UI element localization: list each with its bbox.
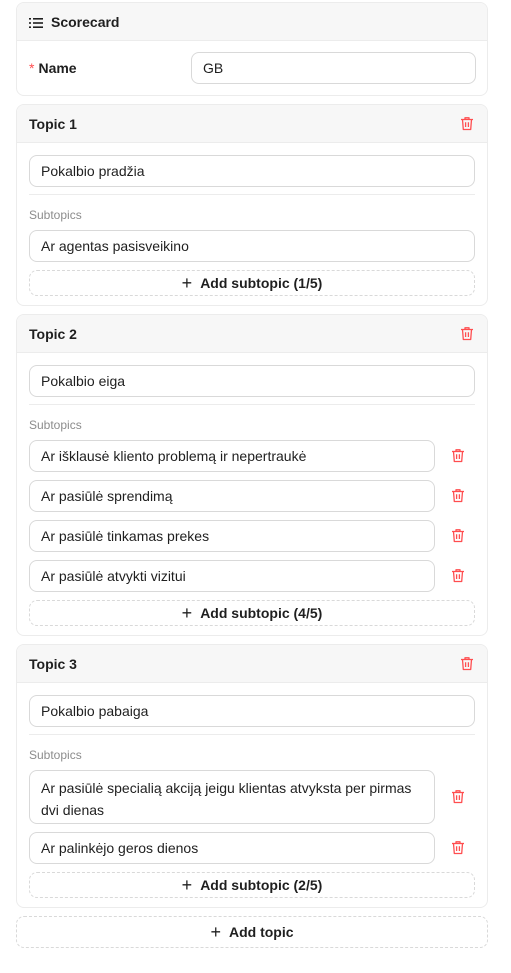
trash-icon: [451, 789, 465, 804]
topic-card-2: Topic 2 Pokalbio eiga Subtopics Ar iškla…: [16, 314, 488, 636]
trash-icon: [460, 656, 474, 671]
topic-title: Topic 3: [29, 655, 77, 672]
delete-subtopic-button[interactable]: [451, 840, 467, 856]
topic-title: Topic 1: [29, 115, 77, 132]
topic-name-input[interactable]: Pokalbio pabaiga: [29, 695, 475, 727]
subtopic-input[interactable]: Ar palinkėjo geros dienos: [29, 832, 435, 864]
subtopic-input[interactable]: Ar pasiūlė specialią akciją jeigu klient…: [29, 770, 435, 824]
subtopic-input[interactable]: Ar pasiūlė atvykti vizitui: [29, 560, 435, 592]
plus-icon: +: [181, 875, 193, 895]
plus-icon: +: [210, 922, 221, 942]
delete-subtopic-button[interactable]: [451, 488, 467, 504]
trash-icon: [451, 840, 465, 855]
scorecard-name-input[interactable]: GB: [191, 52, 476, 84]
scorecard-title: Scorecard: [51, 13, 120, 30]
divider: [29, 404, 475, 405]
trash-icon: [451, 448, 465, 463]
list-icon: [29, 16, 43, 28]
delete-subtopic-button[interactable]: [451, 528, 467, 544]
subtopics-label: Subtopics: [29, 208, 82, 222]
delete-subtopic-button[interactable]: [451, 448, 467, 464]
add-subtopic-button[interactable]: + Add subtopic (1/5): [29, 270, 475, 296]
subtopics-label: Subtopics: [29, 418, 82, 432]
topic-name-input[interactable]: Pokalbio pradžia: [29, 155, 475, 187]
subtopic-input[interactable]: Ar pasiūlė tinkamas prekes: [29, 520, 435, 552]
subtopics-label: Subtopics: [29, 748, 82, 762]
plus-icon: +: [181, 603, 193, 623]
add-subtopic-button[interactable]: + Add subtopic (4/5): [29, 600, 475, 626]
delete-topic-button[interactable]: [459, 656, 475, 672]
subtopic-input[interactable]: Ar išklausė kliento problemą ir nepertra…: [29, 440, 435, 472]
delete-topic-button[interactable]: [459, 326, 475, 342]
divider: [29, 194, 475, 195]
name-label: * Name: [29, 60, 77, 76]
subtopic-input[interactable]: Ar pasiūlė sprendimą: [29, 480, 435, 512]
add-topic-button[interactable]: + Add topic: [16, 916, 488, 948]
required-mark: *: [29, 60, 35, 76]
topic-header: Topic 2: [17, 315, 487, 353]
scorecard-card: Scorecard * Name GB: [16, 2, 488, 96]
scorecard-header: Scorecard: [17, 3, 487, 41]
topic-card-1: Topic 1 Pokalbio pradžia Subtopics Ar ag…: [16, 104, 488, 306]
trash-icon: [451, 488, 465, 503]
delete-subtopic-button[interactable]: [451, 568, 467, 584]
plus-icon: +: [181, 273, 193, 293]
trash-icon: [460, 326, 474, 341]
trash-icon: [451, 568, 465, 583]
trash-icon: [451, 528, 465, 543]
divider: [29, 734, 475, 735]
subtopic-input[interactable]: Ar agentas pasisveikino: [29, 230, 475, 262]
topic-card-3: Topic 3 Pokalbio pabaiga Subtopics Ar pa…: [16, 644, 488, 908]
delete-topic-button[interactable]: [459, 116, 475, 132]
topic-title: Topic 2: [29, 325, 77, 342]
add-subtopic-button[interactable]: + Add subtopic (2/5): [29, 872, 475, 898]
delete-subtopic-button[interactable]: [451, 789, 467, 805]
topic-header: Topic 3: [17, 645, 487, 683]
topic-name-input[interactable]: Pokalbio eiga: [29, 365, 475, 397]
trash-icon: [460, 116, 474, 131]
topic-header: Topic 1: [17, 105, 487, 143]
